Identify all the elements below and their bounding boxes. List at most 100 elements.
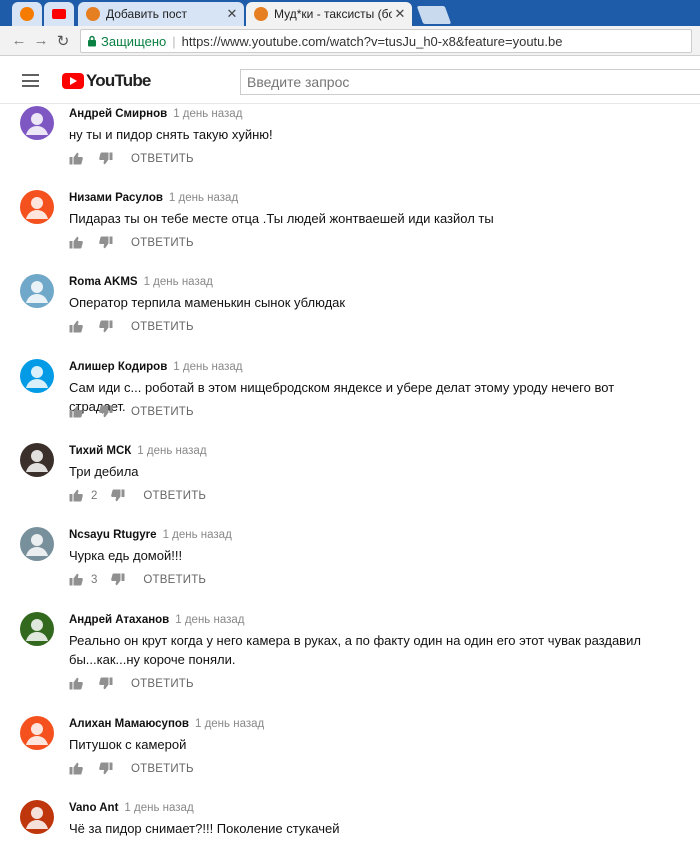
youtube-logo-text: YouTube	[86, 71, 151, 90]
thumbs-down-icon[interactable]	[99, 405, 115, 419]
comment-text: Чурка едь домой!!!	[69, 548, 183, 563]
comment-author[interactable]: Андрей Смирнов	[69, 108, 167, 120]
comment-time[interactable]: 1 день назад	[169, 192, 238, 204]
comment-time[interactable]: 1 день назад	[137, 445, 206, 457]
comment-time[interactable]: 1 день назад	[173, 108, 242, 120]
comment-text: Питушок с камерой	[69, 737, 187, 752]
comment-author[interactable]: Низами Расулов	[69, 192, 163, 204]
forward-arrow-icon[interactable]: →	[30, 30, 52, 52]
thumbs-down-icon[interactable]	[111, 489, 127, 503]
thumbs-up-icon[interactable]	[69, 573, 85, 587]
comment-author[interactable]: Тихий МСК	[69, 445, 131, 457]
avatar[interactable]	[20, 190, 54, 224]
thumbs-up-icon[interactable]	[69, 236, 85, 250]
back-arrow-icon[interactable]: ←	[8, 30, 30, 52]
reply-button[interactable]: ОТВЕТИТЬ	[131, 763, 194, 775]
comment-actions: ОТВЕТИТЬ	[69, 762, 194, 776]
comment-time[interactable]: 1 день назад	[144, 276, 213, 288]
comment-header: Низами Расулов 1 день назад	[69, 192, 238, 204]
comment-author[interactable]: Ncsayu Rtugyre	[69, 529, 157, 541]
thumbs-up-icon[interactable]	[69, 489, 85, 503]
music-favicon-icon	[20, 7, 34, 21]
comment-author[interactable]: Алишер Кодиров	[69, 361, 167, 373]
avatar[interactable]	[20, 274, 54, 308]
comment-text: Чё за пидор снимает?!!! Поколение стукач…	[69, 821, 340, 836]
reply-button[interactable]: ОТВЕТИТЬ	[143, 490, 206, 502]
reload-icon[interactable]: ↻	[52, 30, 74, 52]
comment-header: Тихий МСК 1 день назад	[69, 445, 207, 457]
comment-header: Андрей Смирнов 1 день назад	[69, 108, 242, 120]
youtube-logo[interactable]: YouTube	[62, 71, 151, 91]
thumbs-down-icon[interactable]	[99, 236, 115, 250]
thumbs-down-icon[interactable]	[99, 677, 115, 691]
thumbs-down-icon[interactable]	[99, 320, 115, 334]
comment-header: Алишер Кодиров 1 день назад	[69, 361, 243, 373]
comment-actions: ОТВЕТИТЬ	[69, 320, 194, 334]
thumbs-up-icon[interactable]	[69, 152, 85, 166]
comment-actions: ОТВЕТИТЬ	[69, 405, 194, 419]
comment-time[interactable]: 1 день назад	[175, 614, 244, 626]
comment-time[interactable]: 1 день назад	[195, 718, 264, 730]
youtube-favicon-icon	[52, 9, 66, 19]
browser-toolbar: ← → ↻ Защищено | https://www.youtube.com…	[0, 26, 700, 56]
comment-author[interactable]: Алихан Мамаюсупов	[69, 718, 189, 730]
like-count: 2	[91, 490, 98, 502]
comment-header: Vano Ant 1 день назад	[69, 802, 194, 814]
comment-time[interactable]: 1 день назад	[173, 361, 242, 373]
tab-add-post[interactable]: Добавить пост ✕	[78, 2, 244, 26]
thumbs-down-icon[interactable]	[111, 573, 127, 587]
thumbs-up-icon[interactable]	[69, 405, 85, 419]
reply-button[interactable]: ОТВЕТИТЬ	[131, 321, 194, 333]
comment-header: Алихан Мамаюсупов 1 день назад	[69, 718, 264, 730]
avatar[interactable]	[20, 359, 54, 393]
new-tab-button[interactable]	[416, 6, 452, 24]
browser-tab-strip: Добавить пост ✕ Муд*ки - таксисты (бомб …	[0, 0, 700, 26]
avatar[interactable]	[20, 800, 54, 834]
tab-title: Добавить пост	[106, 7, 188, 21]
comment-author[interactable]: Vano Ant	[69, 802, 118, 814]
comment-actions: ОТВЕТИТЬ	[69, 236, 194, 250]
pinned-tab-youtube[interactable]	[44, 2, 74, 26]
search-input[interactable]	[240, 69, 700, 95]
hamburger-menu-icon[interactable]	[22, 74, 39, 87]
avatar[interactable]	[20, 527, 54, 561]
comment-text: Оператор терпила маменькин сынок ублюдак	[69, 295, 346, 310]
thumbs-up-icon[interactable]	[69, 762, 85, 776]
like-count: 3	[91, 574, 98, 586]
comment-author[interactable]: Андрей Атаханов	[69, 614, 169, 626]
comment-actions: 3 ОТВЕТИТЬ	[69, 573, 206, 587]
tab-favicon-icon	[254, 7, 268, 21]
reply-button[interactable]: ОТВЕТИТЬ	[131, 406, 194, 418]
address-bar[interactable]: Защищено | https://www.youtube.com/watch…	[80, 29, 692, 53]
thumbs-up-icon[interactable]	[69, 677, 85, 691]
pinned-tab-music[interactable]	[12, 2, 42, 26]
thumbs-down-icon[interactable]	[99, 152, 115, 166]
comment-header: Roma AKMS 1 день назад	[69, 276, 213, 288]
comment-author[interactable]: Roma AKMS	[69, 276, 138, 288]
comment-header: Андрей Атаханов 1 день назад	[69, 614, 244, 626]
tab-current-video[interactable]: Муд*ки - таксисты (бомб ✕	[246, 2, 412, 26]
avatar[interactable]	[20, 443, 54, 477]
reply-button[interactable]: ОТВЕТИТЬ	[131, 678, 194, 690]
reply-button[interactable]: ОТВЕТИТЬ	[131, 237, 194, 249]
avatar[interactable]	[20, 612, 54, 646]
tab-close-icon[interactable]: ✕	[224, 6, 240, 22]
youtube-play-icon	[62, 73, 84, 89]
comment-text: Пидараз ты он тебе месте отца .Ты людей …	[69, 211, 494, 226]
lock-icon	[88, 35, 96, 47]
url-separator: |	[172, 33, 176, 49]
comment-text: Три дебила	[69, 464, 139, 479]
thumbs-up-icon[interactable]	[69, 320, 85, 334]
secure-label: Защищено	[101, 33, 167, 49]
avatar[interactable]	[20, 106, 54, 140]
reply-button[interactable]: ОТВЕТИТЬ	[131, 153, 194, 165]
comment-time[interactable]: 1 день назад	[163, 529, 232, 541]
thumbs-down-icon[interactable]	[99, 762, 115, 776]
comment-actions: 2 ОТВЕТИТЬ	[69, 489, 206, 503]
tab-title: Муд*ки - таксисты (бомб	[274, 7, 392, 21]
tab-close-icon[interactable]: ✕	[392, 6, 408, 22]
reply-button[interactable]: ОТВЕТИТЬ	[143, 574, 206, 586]
comment-time[interactable]: 1 день назад	[124, 802, 193, 814]
avatar[interactable]	[20, 716, 54, 750]
comment-actions: ОТВЕТИТЬ	[69, 152, 194, 166]
